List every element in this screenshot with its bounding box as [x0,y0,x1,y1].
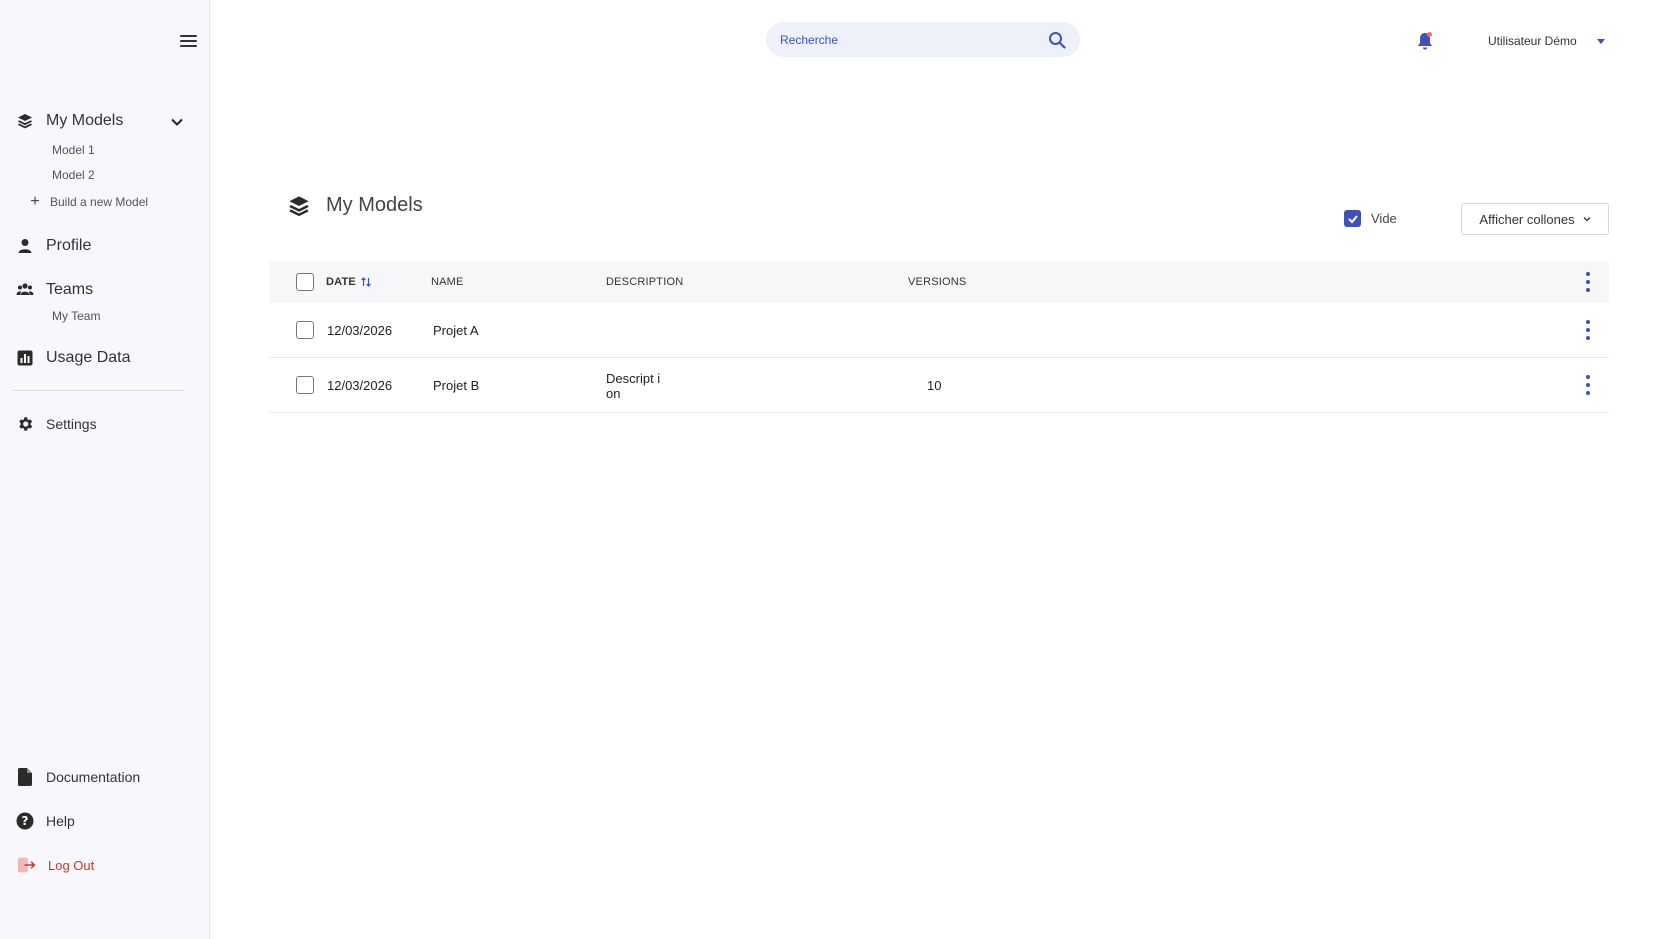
sort-icon[interactable] [360,276,372,288]
sidebar-item-model-2[interactable]: Model 2 [52,168,95,182]
svg-text:?: ? [22,814,29,828]
vide-label: Vide [1371,211,1397,226]
select-all-checkbox[interactable] [296,273,314,291]
chevron-down-icon[interactable] [170,115,184,129]
sidebar-item-model-1[interactable]: Model 1 [52,143,95,157]
models-table: DATE NAME DESCRIPTION VERSIONS 12/03/202… [270,261,1609,413]
sidebar-item-label: Settings [46,416,97,432]
table-header: DATE NAME DESCRIPTION VERSIONS [270,261,1609,303]
sidebar-item-my-team[interactable]: My Team [52,309,100,323]
show-columns-button[interactable]: Afficher collones [1461,203,1609,235]
kebab-icon[interactable] [1585,320,1591,340]
row-checkbox[interactable] [296,321,314,339]
person-icon [16,237,34,255]
row-name: Projet A [433,323,479,338]
sidebar-item-label: Teams [46,281,94,298]
sidebar-item-settings[interactable]: Settings [16,415,97,433]
sidebar-item-label: Documentation [46,769,141,785]
table-row: 12/03/2026 Projet B Descript ion 10 [270,358,1609,413]
layers-icon [289,195,309,216]
row-date: 12/03/2026 [327,378,393,393]
kebab-icon[interactable] [1585,375,1591,395]
sidebar-item-label: Usage Data [46,349,131,366]
row-versions: 10 [927,378,942,393]
kebab-icon[interactable] [1585,272,1591,292]
column-header-name[interactable]: NAME [431,276,464,288]
sidebar-item-usage-data[interactable]: Usage Data [16,349,131,367]
layers-icon [16,112,34,130]
sidebar-item-help[interactable]: ? Help [16,812,75,830]
caret-down-icon [1596,38,1605,44]
sidebar-item-label: Profile [46,237,92,254]
page-title-text: My Models [326,194,423,216]
column-header-description[interactable]: DESCRIPTION [606,276,683,288]
user-name: Utilisateur Démo [1488,34,1577,48]
show-columns-label: Afficher collones [1479,211,1575,227]
sidebar-item-label: Help [46,813,75,829]
search-icon[interactable] [1048,31,1066,49]
sidebar: My Models Model 1 Model 2 + Build a new … [0,0,210,939]
sidebar-item-my-models[interactable]: My Models [16,112,123,130]
sidebar-item-label: Log Out [48,857,95,873]
build-new-model-label: Build a new Model [50,195,149,209]
plus-icon: + [30,193,40,210]
table-row: 12/03/2026 Projet A [270,303,1609,358]
chart-icon [16,349,34,367]
hamburger-icon[interactable] [180,35,197,49]
sidebar-item-label: My Models [46,112,124,129]
vide-checkbox[interactable]: Vide [1344,210,1397,227]
gear-icon [16,415,34,433]
row-date: 12/03/2026 [327,323,393,338]
sidebar-item-profile[interactable]: Profile [16,237,91,255]
page-title: My Models [288,194,423,217]
row-description: Descript ion [606,371,661,401]
user-menu[interactable]: Utilisateur Démo [1488,34,1605,48]
search-input[interactable] [780,32,1048,47]
search-bar [766,22,1080,57]
row-checkbox[interactable] [296,376,314,394]
row-name: Projet B [433,378,480,393]
bell-icon[interactable] [1415,31,1435,51]
help-icon: ? [16,812,34,830]
column-header-date[interactable]: DATE [326,276,356,288]
document-icon [16,768,34,786]
sidebar-item-teams[interactable]: Teams [16,281,93,299]
logout-button[interactable]: Log Out [18,856,94,874]
sidebar-divider [12,390,184,391]
chevron-down-icon [1583,217,1591,222]
teams-icon [16,281,34,299]
build-new-model-button[interactable]: + Build a new Model [28,193,148,211]
sidebar-item-documentation[interactable]: Documentation [16,768,140,786]
logout-icon [18,856,36,874]
column-header-versions[interactable]: VERSIONS [908,276,966,288]
check-icon [1344,210,1361,227]
